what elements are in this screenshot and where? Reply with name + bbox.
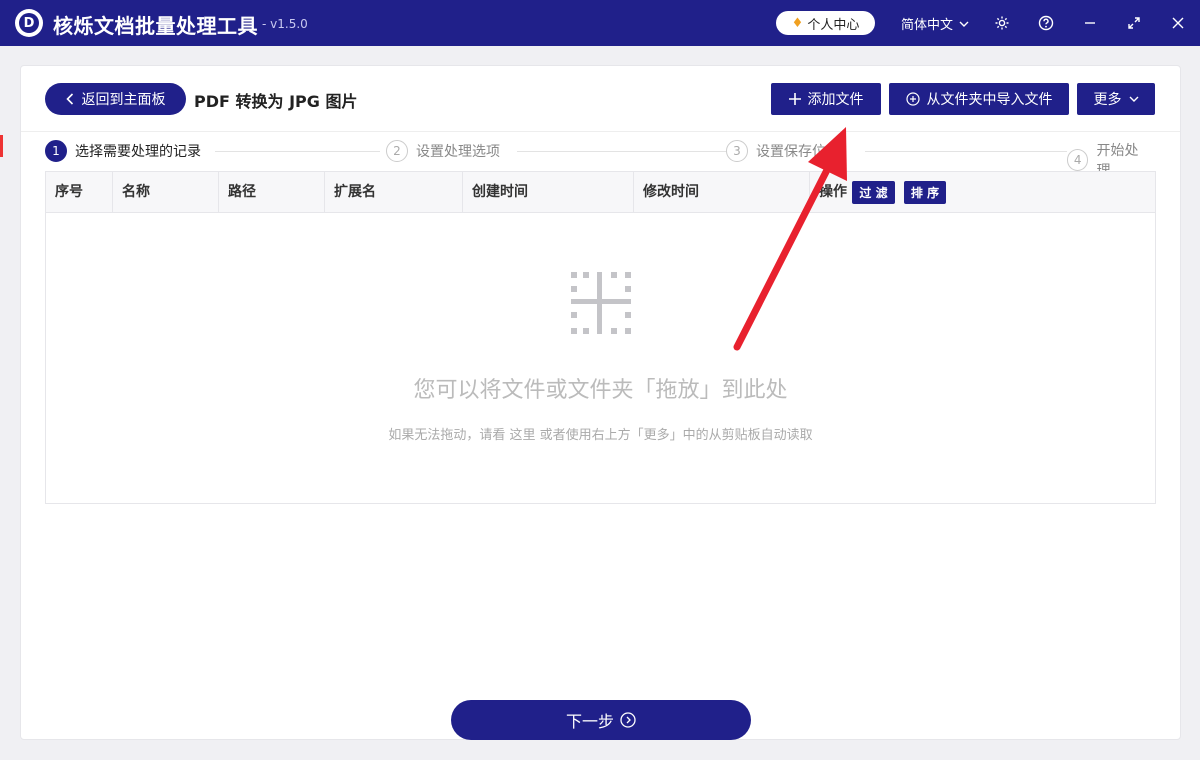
column-header-modified: 修改时间 [634, 172, 810, 212]
column-header-name: 名称 [113, 172, 219, 212]
panel-header: 返回到主面板 PDF 转换为 JPG 图片 添加文件 从文件夹中导入文件 更多 [21, 66, 1180, 132]
filter-button[interactable]: 过 滤 [852, 181, 895, 204]
column-header-extension: 扩展名 [325, 172, 463, 212]
step-connector [517, 151, 727, 152]
step-3: 3 设置保存位置 [726, 140, 846, 162]
step-2: 2 设置处理选项 [386, 140, 506, 162]
settings-gear-icon[interactable] [991, 12, 1013, 34]
main-panel: 返回到主面板 PDF 转换为 JPG 图片 添加文件 从文件夹中导入文件 更多 … [20, 65, 1181, 740]
language-select[interactable]: 简体中文 [901, 14, 969, 33]
app-version: - v1.5.0 [262, 17, 308, 31]
more-label: 更多 [1093, 92, 1122, 108]
plus-circle-icon [905, 92, 920, 106]
next-step-label: 下一步 [565, 712, 614, 731]
step-label: 选择需要处理的记录 [75, 144, 201, 160]
arrow-right-circle-icon [620, 712, 636, 728]
table-header: 序号 名称 路径 扩展名 创建时间 修改时间 操作 过 滤 排 序 [46, 172, 1155, 213]
drop-zone-icon [571, 272, 631, 334]
help-icon[interactable] [1035, 12, 1057, 34]
close-icon[interactable] [1167, 12, 1189, 34]
chevron-down-icon [1129, 96, 1138, 102]
step-label: 设置处理选项 [416, 144, 500, 160]
app-logo: D [15, 9, 43, 37]
chevron-left-icon [65, 93, 73, 105]
column-header-created: 创建时间 [463, 172, 634, 212]
plus-icon [788, 93, 801, 105]
app-logo-letter: D [19, 13, 39, 33]
profile-center-label: 个人中心 [807, 17, 860, 33]
sort-button[interactable]: 排 序 [904, 181, 946, 204]
drop-zone-title: 您可以将文件或文件夹「拖放」到此处 [413, 378, 788, 403]
add-file-label: 添加文件 [807, 92, 864, 108]
chevron-down-icon [959, 21, 969, 27]
title-bar: D 核烁文档批量处理工具 - v1.5.0 ♦ 个人中心 简体中文 [0, 0, 1200, 46]
more-button[interactable]: 更多 [1077, 83, 1155, 115]
step-indicator: 1 选择需要处理的记录 2 设置处理选项 3 设置保存位置 4 开始处理 [45, 140, 1157, 180]
import-from-folder-label: 从文件夹中导入文件 [926, 92, 1053, 108]
column-header-path: 路径 [219, 172, 325, 212]
language-label: 简体中文 [901, 18, 954, 33]
file-table: 序号 名称 路径 扩展名 创建时间 修改时间 操作 过 滤 排 序 您可以将文件… [45, 171, 1156, 504]
back-to-main-button[interactable]: 返回到主面板 [45, 83, 186, 115]
drop-zone-hint: 如果无法拖动，请看 这里 或者使用右上方「更多」中的从剪贴板自动读取 [388, 428, 813, 443]
column-header-index: 序号 [46, 172, 113, 212]
left-edge-marker [0, 135, 3, 157]
step-connector [215, 151, 380, 152]
step-label: 设置保存位置 [756, 144, 840, 160]
next-step-button[interactable]: 下一步 [451, 700, 751, 740]
step-number: 1 [45, 140, 67, 162]
step-number: 2 [386, 140, 408, 162]
add-file-button[interactable]: 添加文件 [771, 83, 881, 115]
minimize-icon[interactable] [1079, 12, 1101, 34]
step-number: 3 [726, 140, 748, 162]
page-title: PDF 转换为 JPG 图片 [194, 92, 358, 111]
profile-center-button[interactable]: ♦ 个人中心 [776, 11, 875, 35]
maximize-icon[interactable] [1123, 12, 1145, 34]
back-to-main-label: 返回到主面板 [81, 92, 166, 108]
import-from-folder-button[interactable]: 从文件夹中导入文件 [889, 83, 1069, 115]
step-1: 1 选择需要处理的记录 [45, 140, 207, 162]
step-number: 4 [1067, 149, 1089, 171]
crown-icon: ♦ [791, 15, 804, 31]
app-title: 核烁文档批量处理工具 [53, 14, 258, 38]
step-connector [865, 151, 1085, 152]
